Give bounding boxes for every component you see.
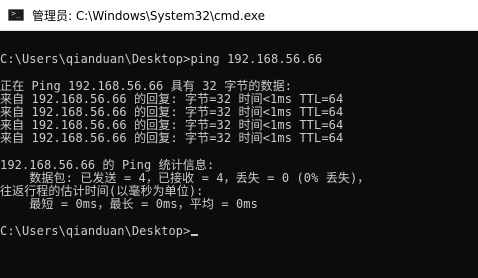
console-line: 来自 192.168.56.66 的回复: 字节=32 时间<1ms TTL=6… [0, 91, 344, 106]
title-bar[interactable]: >_ 管理员: C:\Windows\System32\cmd.exe [0, 0, 478, 31]
cmd-icon: >_ [8, 9, 24, 21]
console-line: C:\Users\qianduan\Desktop>ping 192.168.5… [0, 52, 323, 67]
console-line: 最短 = 0ms，最长 = 0ms，平均 = 0ms [0, 197, 258, 212]
console-output[interactable]: C:\Users\qianduan\Desktop>ping 192.168.5… [0, 31, 478, 278]
console-line: 来自 192.168.56.66 的回复: 字节=32 时间<1ms TTL=6… [0, 131, 344, 146]
window-title: 管理员: C:\Windows\System32\cmd.exe [32, 8, 265, 23]
prompt-line[interactable]: C:\Users\qianduan\Desktop> [0, 223, 478, 238]
console-line: 正在 Ping 192.168.56.66 具有 32 字节的数据: [0, 78, 293, 93]
prompt-text: C:\Users\qianduan\Desktop> [0, 223, 191, 238]
text-cursor [191, 233, 199, 236]
console-line: 192.168.56.66 的 Ping 统计信息: [0, 157, 215, 172]
